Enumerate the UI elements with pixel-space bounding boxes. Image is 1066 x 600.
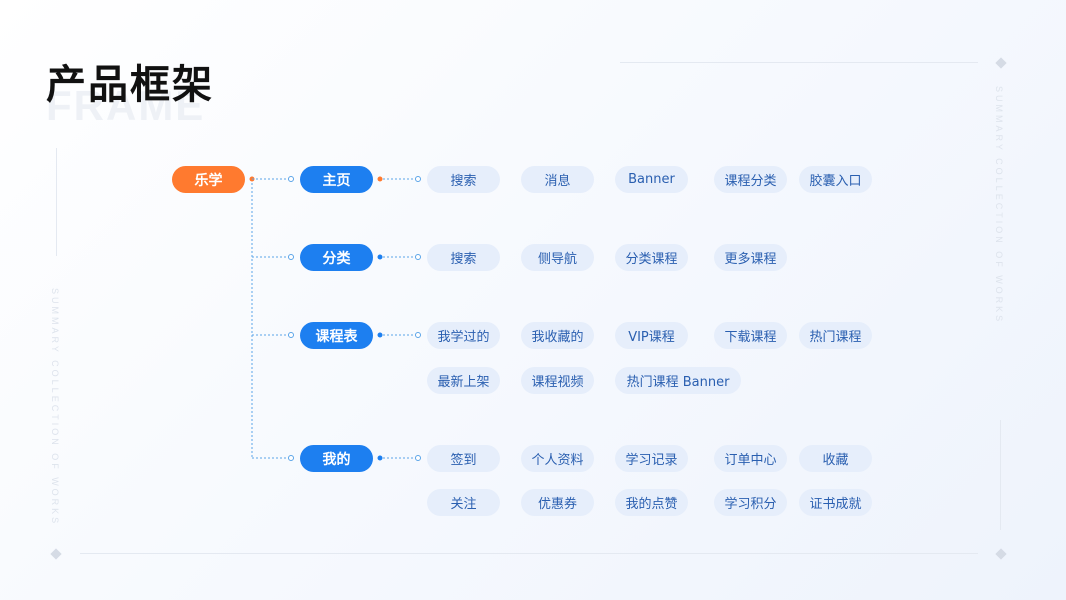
leaf-node: 学习积分 — [714, 489, 787, 516]
leaf-node: 下载课程 — [714, 322, 787, 349]
branch-end-ring — [288, 176, 294, 182]
category-connector-dot — [377, 254, 383, 260]
leaf-node: 优惠券 — [521, 489, 594, 516]
leaf-node: 个人资料 — [521, 445, 594, 472]
leaf-node: 我的点赞 — [615, 489, 688, 516]
leaf-node: 订单中心 — [714, 445, 787, 472]
leaf-node: 搜索 — [427, 166, 500, 193]
leaf-node: 最新上架 — [427, 367, 500, 394]
leaf-branch-ring — [415, 332, 421, 338]
category-classify: 分类 — [300, 244, 373, 271]
category-connector-dot — [377, 455, 383, 461]
leaf-node: 胶囊入口 — [799, 166, 872, 193]
category-mine: 我的 — [300, 445, 373, 472]
leaf-node: Banner — [615, 166, 688, 193]
leaf-node: 热门课程 — [799, 322, 872, 349]
leaf-node: 我学过的 — [427, 322, 500, 349]
leaf-node: 证书成就 — [799, 489, 872, 516]
root-node: 乐学 — [172, 166, 245, 193]
leaf-node: 搜索 — [427, 244, 500, 271]
category-home: 主页 — [300, 166, 373, 193]
leaf-branch-ring — [415, 176, 421, 182]
category-connector-dot — [377, 332, 383, 338]
leaf-node: 分类课程 — [615, 244, 688, 271]
leaf-node: 学习记录 — [615, 445, 688, 472]
category-connector-dot — [377, 176, 383, 182]
branch-end-ring — [288, 254, 294, 260]
leaf-node: 我收藏的 — [521, 322, 594, 349]
leaf-node: 签到 — [427, 445, 500, 472]
leaf-node: 消息 — [521, 166, 594, 193]
leaf-node: 侧导航 — [521, 244, 594, 271]
leaf-node: 更多课程 — [714, 244, 787, 271]
leaf-node: 课程分类 — [714, 166, 787, 193]
leaf-node: 热门课程 Banner — [615, 367, 741, 394]
page-title: 产品框架 — [46, 62, 214, 108]
leaf-node: 课程视频 — [521, 367, 594, 394]
leaf-branch-ring — [415, 455, 421, 461]
branch-end-ring — [288, 332, 294, 338]
leaf-node: 收藏 — [799, 445, 872, 472]
mindmap-canvas: 产品框架 FRAME SUMMARY COLLECTION OF WORKS S… — [0, 0, 1066, 600]
leaf-branch-ring — [415, 254, 421, 260]
branch-end-ring — [288, 455, 294, 461]
leaf-node: 关注 — [427, 489, 500, 516]
category-schedule: 课程表 — [300, 322, 373, 349]
leaf-node: VIP课程 — [615, 322, 688, 349]
